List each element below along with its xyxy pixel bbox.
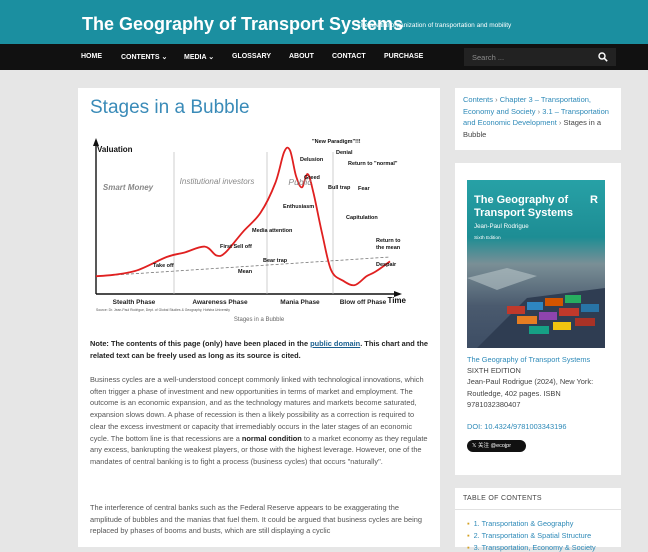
nav-contact[interactable]: CONTACT: [332, 53, 366, 60]
annotation-label: Bull trap: [328, 185, 351, 191]
divider: [455, 509, 621, 510]
chart-caption: Stages in a Bubble: [233, 317, 285, 323]
paragraph: Business cycles are a well-understood co…: [90, 374, 428, 468]
search-placeholder: Search ...: [472, 53, 505, 62]
nav-purchase[interactable]: PURCHASE: [384, 53, 423, 60]
public-domain-link[interactable]: public domain: [310, 339, 360, 348]
annotation-label: Return to "normal": [348, 161, 398, 167]
zone-label: Institutional investors: [180, 177, 255, 186]
annotation-label: Fear: [358, 186, 370, 192]
annotation-label-line1: Return to: [376, 238, 401, 244]
book-card: The Geography of Transport Systems R Jea…: [455, 163, 621, 475]
breadcrumb: Contents › Chapter 3 – Transportation, E…: [463, 95, 609, 139]
book-cover-title: The Geography of Transport Systems: [474, 194, 574, 219]
bullet-icon: ▪: [467, 543, 470, 552]
annotation-label: Media attention: [252, 228, 293, 234]
book-title-link[interactable]: The Geography of Transport Systems: [467, 354, 615, 365]
annotation-label: Despair: [376, 262, 397, 268]
nav-home[interactable]: HOME: [81, 53, 102, 60]
annotation-label: Enthusiasm: [283, 204, 314, 210]
toc-item[interactable]: ▪ 1. Transportation & Geography: [467, 519, 573, 528]
phase-label: Mania Phase: [280, 299, 320, 306]
breadcrumb-card: Contents › Chapter 3 – Transportation, E…: [455, 88, 621, 150]
follow-button[interactable]: 𝕏 关注 @ecojpr: [467, 440, 526, 452]
book-citation: Jean-Paul Rodrigue (2024), New York: Rou…: [467, 377, 594, 409]
article: Stages in a Bubble Valuation Time Stealt…: [78, 88, 440, 547]
toc-item-label: 3. Transportation, Economy & Society: [473, 543, 596, 552]
annotation-label-line2: the mean: [376, 245, 401, 251]
bullet-icon: ▪: [467, 531, 470, 540]
x-axis-label: Time: [387, 296, 406, 305]
book-cover[interactable]: The Geography of Transport Systems R Jea…: [467, 180, 605, 348]
nav-media[interactable]: MEDIA ⌄: [184, 53, 214, 61]
toc-item-label: 2. Transportation & Spatial Structure: [473, 531, 592, 540]
annotation-label: Mean: [238, 269, 253, 275]
annotation-label: Delusion: [300, 157, 324, 163]
y-axis-label: Valuation: [97, 145, 133, 154]
site-header: The Geography of Transport Systems The s…: [0, 0, 648, 44]
toc-item[interactable]: ▪ 3. Transportation, Economy & Society: [467, 543, 596, 552]
paragraph-text: Business cycles are a well-understood co…: [90, 375, 424, 443]
bullet-icon: ▪: [467, 519, 470, 528]
container-ship-illustration: [467, 268, 605, 348]
book-cover-edition: Sixth Edition: [474, 236, 501, 241]
paragraph-bold: normal condition: [241, 433, 302, 443]
note-text: Note: The contents of this page (only) h…: [90, 339, 311, 348]
toc-card: TABLE OF CONTENTS ▪ 1. Transportation & G…: [455, 488, 621, 552]
annotation-label: Take off: [153, 263, 174, 269]
phase-label: Awareness Phase: [192, 299, 248, 306]
book-edition: SIXTH EDITION: [467, 366, 521, 376]
annotation-label: Denial: [336, 150, 353, 156]
book-cover-author: Jean-Paul Rodrigue: [474, 223, 529, 230]
paragraph: The interference of central banks such a…: [90, 503, 422, 536]
annotation-label: Capitulation: [346, 215, 378, 221]
public-domain-note: Note: The contents of this page (only) h…: [90, 338, 428, 361]
annotation-label: Bear trap: [263, 258, 288, 264]
toc-item-label: 1. Transportation & Geography: [473, 519, 574, 528]
doi-link[interactable]: DOI: 10.4324/9781003343196: [467, 421, 615, 432]
page-title: Stages in a Bubble: [90, 97, 250, 118]
annotation-label: Return to the mean: [376, 238, 402, 251]
breadcrumb-link[interactable]: Contents: [463, 95, 493, 104]
publisher-logo: R: [590, 194, 598, 206]
bubble-chart: Valuation Time Stealth Phase Awareness P…: [93, 138, 407, 312]
nav-glossary[interactable]: GLOSSARY: [232, 53, 271, 60]
phase-label: Stealth Phase: [113, 299, 156, 306]
toc-item[interactable]: ▪ 2. Transportation & Spatial Structure: [467, 531, 591, 540]
book-info: The Geography of Transport Systems SIXTH…: [467, 354, 615, 432]
nav-about[interactable]: ABOUT: [289, 53, 314, 60]
zone-label: Smart Money: [103, 183, 154, 192]
search-icon[interactable]: [598, 52, 608, 62]
annotation-label: First Sell off: [220, 244, 252, 250]
site-tagline: The spatial organization of transportati…: [357, 22, 512, 29]
annotation-label: Greed: [304, 175, 320, 181]
phase-label: Blow off Phase: [340, 299, 387, 306]
site-title[interactable]: The Geography of Transport Systems: [82, 14, 403, 35]
chart-source: Source: Dr. Jean-Paul Rodrigue, Dept. of…: [96, 308, 230, 312]
toc-heading: TABLE OF CONTENTS: [463, 495, 542, 502]
nav-contents[interactable]: CONTENTS ⌄: [121, 53, 167, 61]
search-input[interactable]: Search ...: [464, 48, 616, 66]
annotation-label: "New Paradigm"!!!: [312, 139, 361, 145]
